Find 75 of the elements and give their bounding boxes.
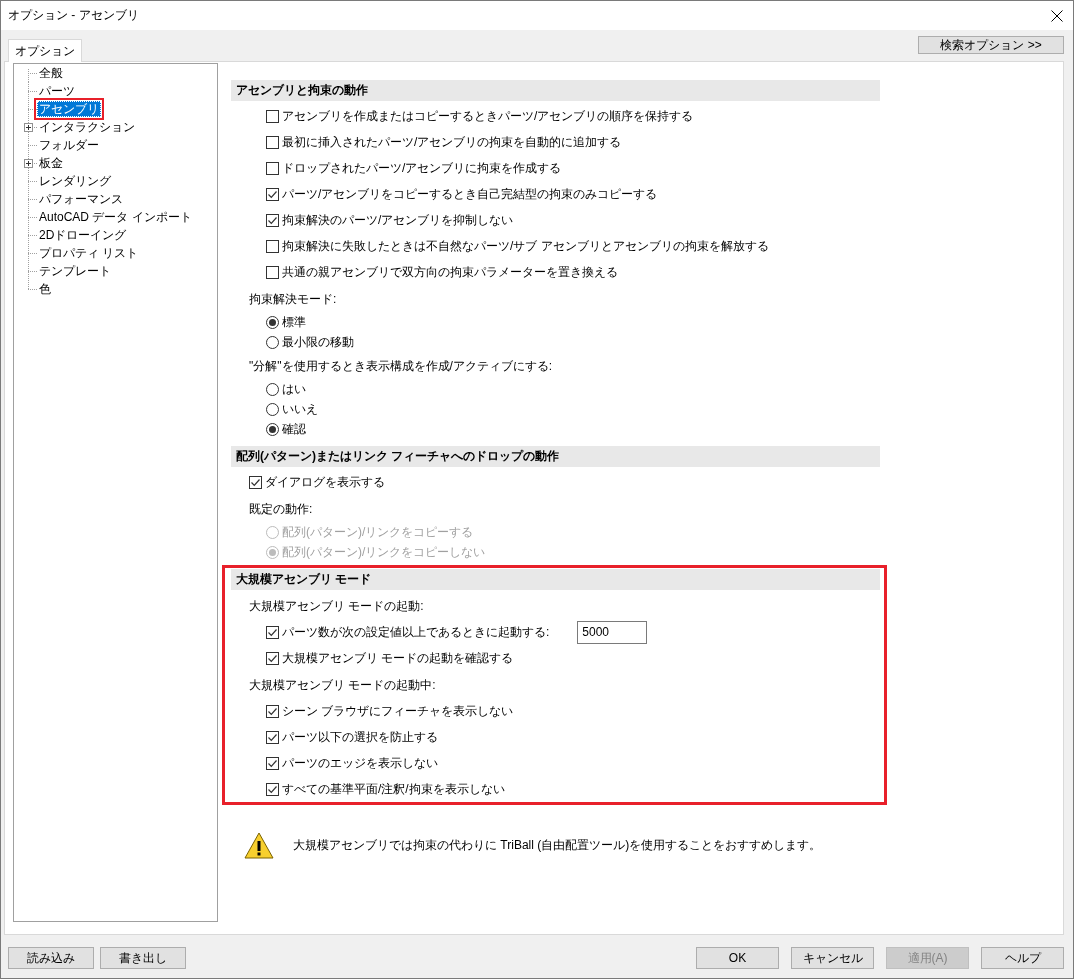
tree-item[interactable]: レンダリング [37,174,113,188]
checkbox[interactable] [266,730,279,744]
radio-label: 標準 [282,313,306,331]
radio-label: 確認 [282,420,306,438]
checkbox[interactable] [266,187,279,201]
checkbox-label: 大規模アセンブリ モードの起動を確認する [282,649,514,667]
checkbox[interactable] [266,265,279,279]
checkbox-label: アセンブリを作成またはコピーするときパーツ/アセンブリの順序を保持する [282,107,694,125]
tree-item[interactable]: パーツ [37,84,77,98]
checkbox[interactable] [266,213,279,227]
checkbox[interactable] [266,782,279,796]
radio-button[interactable] [266,402,279,416]
expand-icon[interactable] [24,158,33,168]
tree-item[interactable]: インタラクション [37,120,137,134]
dialog-button[interactable]: キャンセル [791,947,874,969]
window-title: オプション - アセンブリ [7,7,140,24]
checkbox[interactable] [249,475,262,489]
warning-icon [244,832,274,859]
checkbox-label: 拘束解決のパーツ/アセンブリを抑制しない [282,211,514,229]
close-icon [1051,9,1063,22]
tree-item[interactable]: パフォーマンス [37,192,125,206]
expand-icon[interactable] [24,122,33,132]
checkbox[interactable] [266,651,279,665]
checkbox[interactable] [266,239,279,253]
dialog-button[interactable]: 書き出し [100,947,186,969]
group-label: 大規模アセンブリ モードの起動中: [249,677,437,694]
checkbox-label: 拘束解決に失敗したときは不自然なパーツ/サブ アセンブリとアセンブリの拘束を解放する [282,237,769,255]
checkbox[interactable] [266,135,279,149]
tab[interactable]: オプション [8,39,82,62]
group-label: 拘束解決モード: [249,291,338,308]
tree-item[interactable]: 板金 [37,156,65,170]
checkbox-label: パーツ数が次の設定値以上であるときに起動する: [282,623,550,641]
checkbox-label: 共通の親アセンブリで双方向の拘束パラメーターを置き換える [282,263,618,281]
checkbox-label: パーツのエッジを表示しない [282,754,438,772]
checkbox-label: ダイアログを表示する [265,473,385,491]
checkbox[interactable] [266,704,279,718]
radio-button[interactable] [266,335,279,349]
tree-item[interactable]: 色 [37,282,53,296]
checkbox-label: ドロップされたパーツ/アセンブリに拘束を作成する [282,159,562,177]
section-header: 大規模アセンブリ モード [231,569,880,590]
tree-item[interactable]: フォルダー [37,138,101,152]
number-field[interactable]: 5000 [577,620,648,644]
checkbox-label: すべての基準平面/注釈/拘束を表示しない [282,780,505,798]
section-header: アセンブリと拘束の動作 [231,80,880,101]
group-label: 既定の動作: [249,501,314,518]
radio-label: はい [282,380,306,398]
section-header: 配列(パターン)またはリンク フィーチャへのドロップの動作 [231,446,880,467]
radio-button[interactable] [266,382,279,396]
radio-button[interactable] [266,315,279,329]
radio-label: いいえ [282,400,318,418]
group-label: 大規模アセンブリ モードの起動: [249,598,425,615]
tree-item[interactable]: 全般 [37,66,65,80]
tree-item[interactable]: プロパティ リスト [37,246,141,260]
checkbox-label: シーン ブラウザにフィーチャを表示しない [282,702,514,720]
dialog-button[interactable]: 読み込み [8,947,94,969]
checkbox[interactable] [266,625,279,639]
checkbox[interactable] [266,756,279,770]
tree-item[interactable]: テンプレート [37,264,113,278]
checkbox-label: パーツ/アセンブリをコピーするとき自己完結型の拘束のみコピーする [282,185,658,203]
checkbox-label: パーツ以下の選択を防止する [282,728,438,746]
tree-item[interactable]: 2Dドローイング [37,228,129,242]
search-options-button[interactable]: 検索オプション >> [918,36,1064,54]
radio-label: 配列(パターン)/リンクをコピーしない [282,543,486,561]
tree-item[interactable]: アセンブリ [37,101,101,117]
checkbox[interactable] [266,109,279,123]
dialog-button[interactable]: ヘルプ [981,947,1064,969]
tree-item[interactable]: AutoCAD データ インポート [37,210,194,224]
radio-button[interactable] [266,422,279,436]
dialog-button[interactable]: OK [696,947,779,969]
note-text: 大規模アセンブリでは拘束の代わりに TriBall (自由配置ツール)を使用することをおすすめします。 [293,837,822,854]
group-label: "分解"を使用するとき表示構成を作成/アクティブにする: [249,358,554,375]
checkbox-label: 最初に挿入されたパーツ/アセンブリの拘束を自動的に追加する [282,133,622,151]
radio-label: 最小限の移動 [282,333,354,351]
checkbox[interactable] [266,161,279,175]
radio-label: 配列(パターン)/リンクをコピーする [282,523,474,541]
